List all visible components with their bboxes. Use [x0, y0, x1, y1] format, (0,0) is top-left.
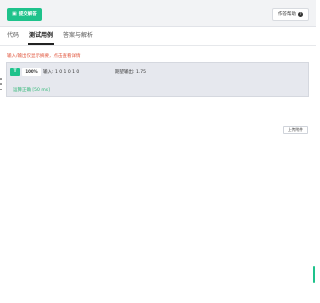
upload-attachment-button[interactable]: 上传附件: [282, 126, 308, 134]
expected-output: 期望输出: 1.75: [115, 70, 146, 75]
tab-code[interactable]: 代码: [6, 27, 20, 45]
submit-answer-label: 提交解答: [18, 12, 37, 17]
test-input: 输入: 1 0 1 0 1 0: [43, 70, 80, 75]
tab-answer-analysis[interactable]: 答案与解析: [62, 27, 94, 45]
pass-rate-badge: 100%: [22, 68, 41, 76]
question-circle-icon: ?: [298, 12, 303, 17]
resize-handle-icon[interactable]: [0, 78, 2, 90]
tab-bar: 代码 测试用例 答案与解析: [0, 27, 316, 46]
test-case-panel: T 100% 输入: 1 0 1 0 1 0 期望输出: 1.75 运算正确 […: [6, 62, 309, 97]
answer-help-button[interactable]: 作答帮助 ?: [272, 8, 309, 21]
summary-warning: 输入/输出仅显示摘要，点击查看详情: [7, 54, 81, 59]
tab-test-cases[interactable]: 测试用例: [28, 27, 55, 45]
scrollbar[interactable]: [313, 266, 315, 283]
upload-icon: ▣: [12, 11, 17, 17]
status-badge: T: [10, 68, 20, 76]
top-toolbar: ▣ 提交解答 作答帮助 ?: [0, 0, 316, 27]
run-result: 运算正确 [50 ms]: [13, 88, 50, 93]
submit-answer-button[interactable]: ▣ 提交解答: [7, 8, 42, 21]
answer-help-label: 作答帮助: [278, 12, 296, 17]
